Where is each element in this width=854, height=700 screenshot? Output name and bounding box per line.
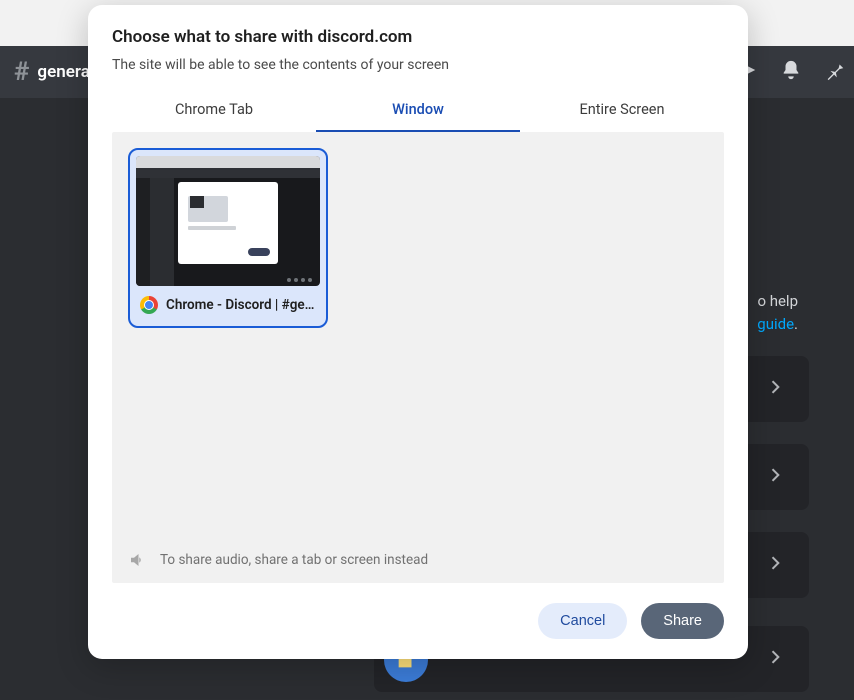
dialog-title: Choose what to share with discord.com: [112, 27, 724, 47]
notifications-icon[interactable]: [780, 59, 802, 85]
window-picker-panel: Chrome - Discord | #ge… To share audio, …: [112, 132, 724, 583]
window-option[interactable]: Chrome - Discord | #ge…: [128, 148, 328, 328]
window-option-label: Chrome - Discord | #ge…: [166, 297, 314, 313]
hash-icon: #: [14, 57, 29, 87]
chevron-right-icon: [765, 377, 785, 401]
tab-window[interactable]: Window: [316, 91, 520, 132]
tab-entire-screen[interactable]: Entire Screen: [520, 91, 724, 132]
cancel-button[interactable]: Cancel: [538, 603, 627, 639]
header-icon-group: [736, 46, 846, 98]
share-button[interactable]: Share: [641, 603, 724, 639]
chrome-icon: [140, 296, 158, 314]
speaker-icon: [128, 551, 146, 569]
audio-hint: To share audio, share a tab or screen in…: [128, 551, 428, 569]
screen-share-dialog: Choose what to share with discord.com Th…: [88, 5, 748, 659]
dialog-subtitle: The site will be able to see the content…: [112, 57, 724, 73]
welcome-help-text: o help guide.: [757, 290, 798, 335]
chevron-right-icon: [765, 647, 785, 671]
chevron-right-icon: [765, 465, 785, 489]
window-thumbnail: [136, 156, 320, 286]
share-source-tabs: Chrome Tab Window Entire Screen: [112, 91, 724, 132]
tab-chrome-tab[interactable]: Chrome Tab: [112, 91, 316, 132]
chevron-right-icon: [765, 553, 785, 577]
pin-icon[interactable]: [824, 59, 846, 85]
dialog-footer: Cancel Share: [88, 583, 748, 659]
guide-link[interactable]: guide: [757, 315, 794, 333]
channel-name: general: [37, 62, 94, 82]
